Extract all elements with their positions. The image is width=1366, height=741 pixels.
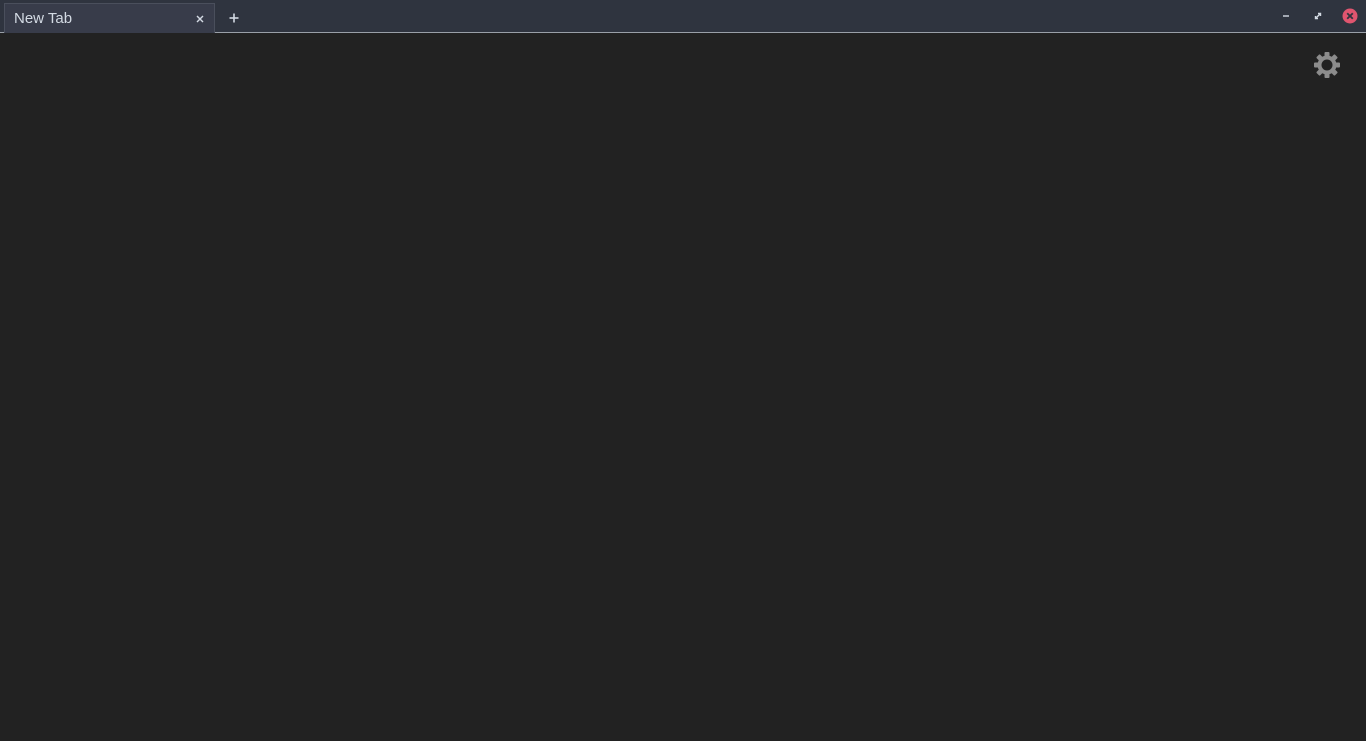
close-circle-icon[interactable] (1340, 6, 1360, 26)
plus-icon[interactable] (225, 9, 243, 27)
close-icon[interactable] (193, 12, 207, 26)
tab-new-tab[interactable]: New Tab (4, 3, 215, 33)
minimize-icon[interactable] (1276, 6, 1296, 26)
new-tab-page (0, 34, 1366, 741)
tab-label: New Tab (14, 10, 73, 27)
browser-window: New Tab (0, 0, 1366, 741)
title-bar: New Tab (0, 0, 1366, 33)
gear-icon[interactable] (1312, 50, 1342, 80)
restore-icon[interactable] (1308, 6, 1328, 26)
